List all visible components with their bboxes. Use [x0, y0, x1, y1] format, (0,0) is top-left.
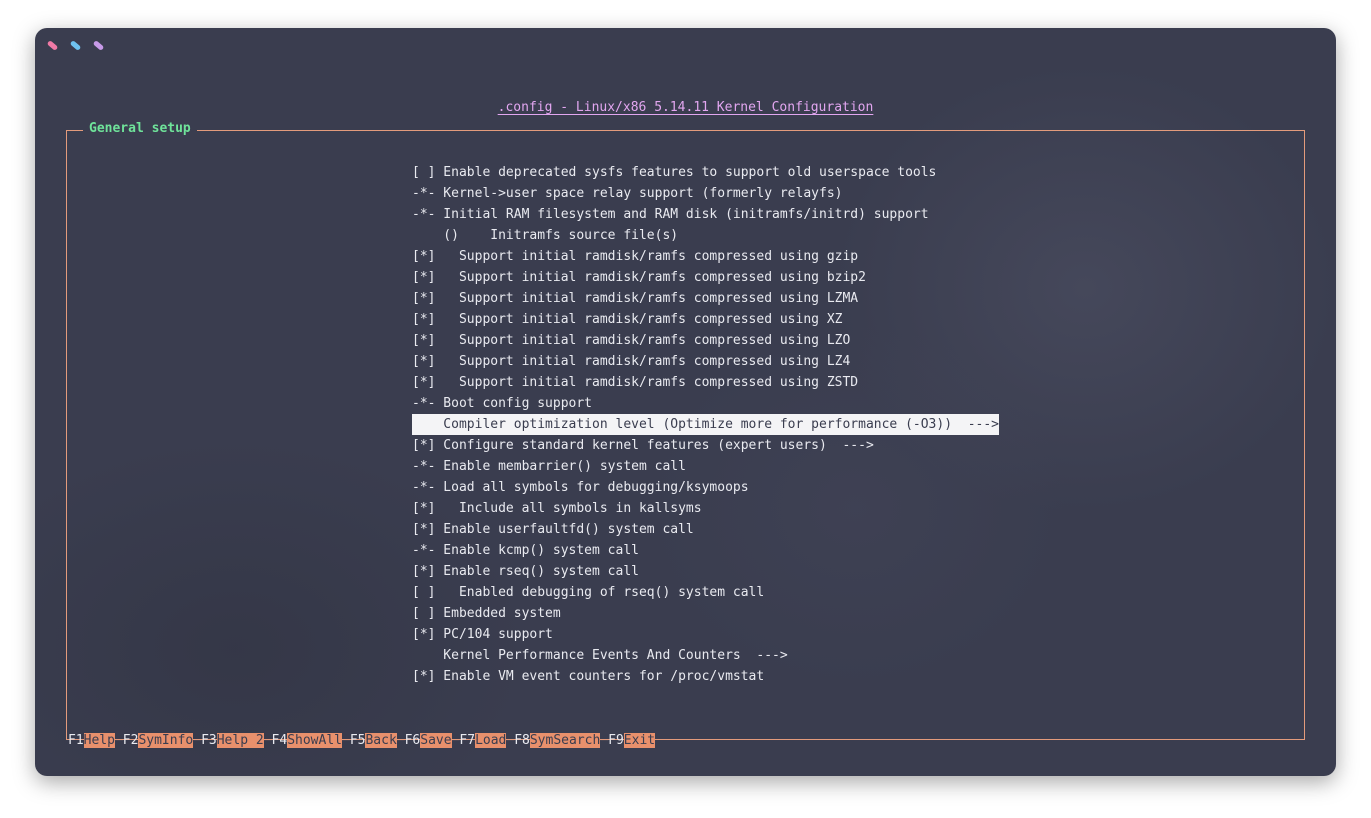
menu-item[interactable]: [*] Enable userfaultfd() system call: [412, 519, 999, 540]
menu-item[interactable]: [*] PC/104 support: [412, 624, 999, 645]
menu-item[interactable]: [ ] Enabled debugging of rseq() system c…: [412, 582, 999, 603]
menu-item[interactable]: -*- Enable kcmp() system call: [412, 540, 999, 561]
fn-action-back-button[interactable]: Back: [365, 732, 397, 748]
fn-key-f8: F8: [514, 732, 530, 748]
bar-separator: ─: [263, 732, 272, 748]
menu-item[interactable]: -*- Enable membarrier() system call: [412, 456, 999, 477]
function-key-bar: F1 Help ─ F2 SymInfo ─ F3 Help 2 ─ F4 ShowAll ─ F5 Ba…: [68, 730, 656, 750]
fn-action-help-button[interactable]: Help: [83, 732, 115, 748]
menu-item[interactable]: [*] Include all symbols in kallsyms: [412, 498, 999, 519]
terminal-window: .config - Linux/x86 5.14.11 Kernel Confi…: [35, 28, 1336, 776]
bar-separator: ─: [600, 732, 609, 748]
fn-key-f2: F2: [122, 732, 139, 748]
menu-item[interactable]: -*- Initial RAM filesystem and RAM disk …: [412, 204, 999, 225]
fn-key-f5: F5: [349, 732, 366, 748]
fn-action-exit-button[interactable]: Exit: [623, 732, 656, 748]
fn-key-f4: F4: [271, 732, 288, 748]
fn-key-f3: F3: [201, 732, 217, 748]
bar-separator: ─: [451, 732, 460, 748]
fn-action-help-2-button[interactable]: Help 2: [216, 732, 264, 748]
menu-item[interactable]: -*- Kernel->user space relay support (fo…: [412, 183, 999, 204]
menu-item[interactable]: [*] Configure standard kernel features (…: [412, 435, 999, 456]
bar-separator: ─: [114, 732, 123, 748]
fn-action-symsearch-button[interactable]: SymSearch: [529, 732, 601, 748]
fn-key-f1: F1: [68, 732, 84, 748]
menu-item[interactable]: -*- Boot config support: [412, 393, 999, 414]
fn-action-save-button[interactable]: Save: [420, 732, 452, 748]
menu-item[interactable]: [*] Enable rseq() system call: [412, 561, 999, 582]
menu-item[interactable]: [*] Enable VM event counters for /proc/v…: [412, 666, 999, 687]
bar-separator: ─: [193, 732, 202, 748]
fn-key-f6: F6: [404, 732, 421, 748]
menu-item[interactable]: [ ] Embedded system: [412, 603, 999, 624]
menu-item[interactable]: () Initramfs source file(s): [412, 225, 999, 246]
menu-item-selected[interactable]: Compiler optimization level (Optimize mo…: [412, 414, 999, 435]
menu-item[interactable]: [*] Support initial ramdisk/ramfs compre…: [412, 309, 999, 330]
window-title: .config - Linux/x86 5.14.11 Kernel Confi…: [497, 100, 874, 115]
fn-action-load-button[interactable]: Load: [475, 732, 507, 748]
fn-action-syminfo-button[interactable]: SymInfo: [138, 732, 194, 748]
bar-separator: ─: [341, 732, 350, 748]
menu-item[interactable]: -*- Load all symbols for debugging/ksymo…: [412, 477, 999, 498]
menu-item[interactable]: [ ] Enable deprecated sysfs features to …: [412, 162, 999, 183]
menu-item[interactable]: [*] Support initial ramdisk/ramfs compre…: [412, 330, 999, 351]
menu-item[interactable]: [*] Support initial ramdisk/ramfs compre…: [412, 288, 999, 309]
config-menu-list: [ ] Enable deprecated sysfs features to …: [412, 162, 999, 687]
fn-key-f9: F9: [608, 732, 624, 748]
fn-key-f7: F7: [459, 732, 476, 748]
menu-item[interactable]: [*] Support initial ramdisk/ramfs compre…: [412, 267, 999, 288]
menu-item[interactable]: [*] Support initial ramdisk/ramfs compre…: [412, 246, 999, 267]
menu-item[interactable]: [*] Support initial ramdisk/ramfs compre…: [412, 372, 999, 393]
bar-separator: ─: [506, 732, 515, 748]
menu-item[interactable]: Kernel Performance Events And Counters -…: [412, 645, 999, 666]
section-title: General setup: [83, 121, 197, 136]
menu-item[interactable]: [*] Support initial ramdisk/ramfs compre…: [412, 351, 999, 372]
bar-separator: ─: [396, 732, 405, 748]
window-controls: [46, 40, 105, 51]
fn-action-showall-button[interactable]: ShowAll: [287, 732, 342, 748]
